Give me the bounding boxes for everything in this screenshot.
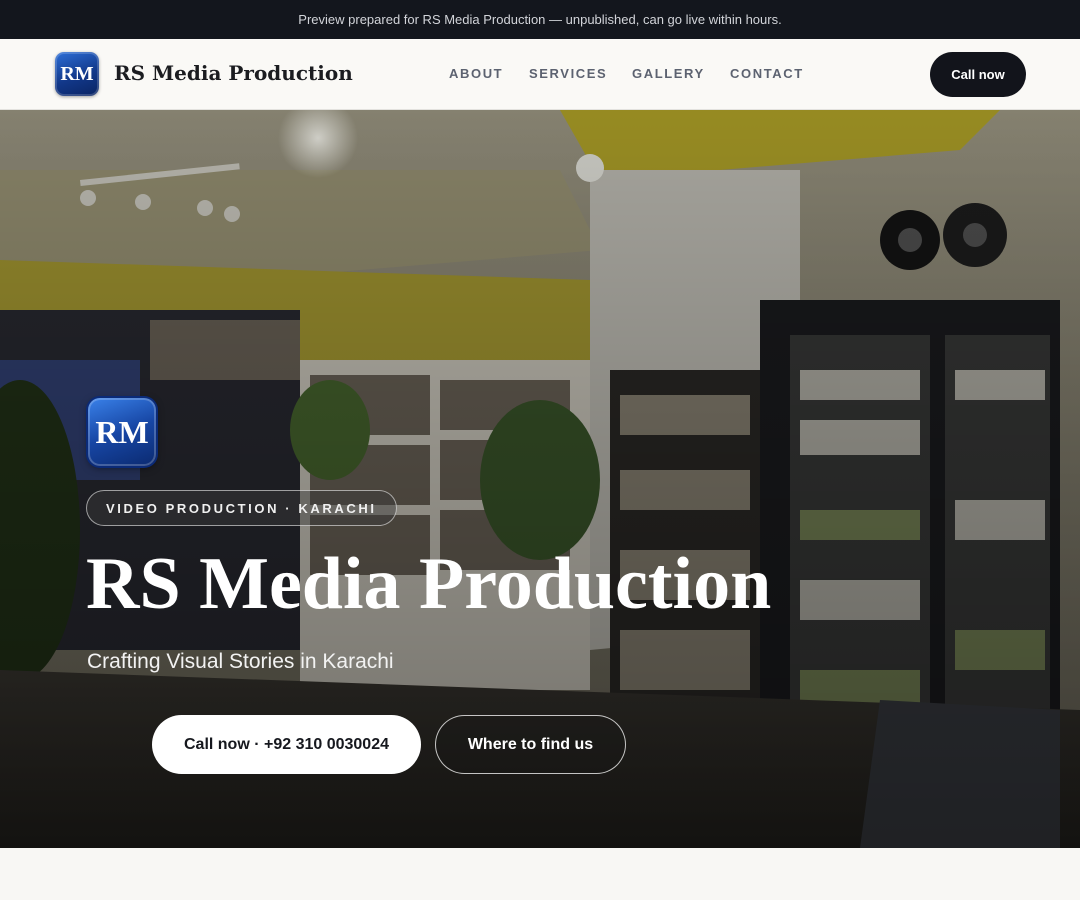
header-call-button[interactable]: Call now: [930, 52, 1026, 97]
hero-subtitle: Crafting Visual Stories in Karachi: [87, 650, 394, 673]
hero-tag-pill: VIDEO PRODUCTION · KARACHI: [86, 490, 397, 526]
hero-logo-icon: RM: [88, 398, 156, 466]
preview-banner-text: Preview prepared for RS Media Production…: [298, 12, 782, 27]
site-header: RM RS Media Production ABOUT SERVICES GA…: [0, 39, 1080, 110]
main-nav: ABOUT SERVICES GALLERY CONTACT: [0, 66, 1080, 84]
hero-title: RS Media Production: [86, 543, 772, 625]
nav-link-gallery[interactable]: GALLERY: [632, 66, 705, 81]
nav-link-services[interactable]: SERVICES: [529, 66, 607, 81]
below-hero-section: [0, 848, 1080, 900]
hero-logo-text: RM: [95, 413, 149, 450]
preview-banner: Preview prepared for RS Media Production…: [0, 0, 1080, 39]
hero-call-button[interactable]: Call now · +92 310 0030024: [152, 715, 421, 774]
nav-link-about[interactable]: ABOUT: [449, 66, 503, 81]
hero-section: RM VIDEO PRODUCTION · KARACHI RS Media P…: [0, 110, 1080, 848]
hero-location-button[interactable]: Where to find us: [435, 715, 626, 774]
nav-link-contact[interactable]: CONTACT: [730, 66, 804, 81]
